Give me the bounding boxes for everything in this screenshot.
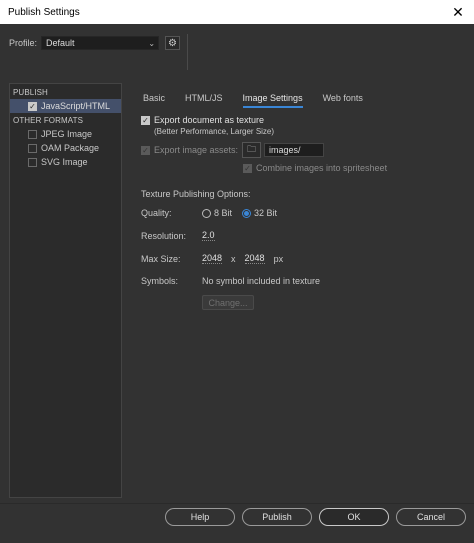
tab-basic[interactable]: Basic — [143, 93, 165, 108]
combine-row: ✓ Combine images into spritesheet — [243, 163, 461, 173]
window-title: Publish Settings — [8, 6, 80, 18]
symbols-label: Symbols: — [141, 276, 179, 286]
radio-32-bit-label: 32 Bit — [254, 208, 278, 218]
divider — [187, 34, 188, 70]
max-size-unit: px — [273, 253, 284, 264]
tab-html-js[interactable]: HTML/JS — [185, 93, 223, 108]
format-item-oam[interactable]: OAM Package — [10, 141, 121, 155]
quality-label: Quality: — [141, 208, 172, 218]
export-texture-note: (Better Performance, Larger Size) — [154, 127, 275, 136]
change-row: Change... — [202, 295, 461, 310]
combine-checkbox[interactable]: ✓ — [243, 163, 252, 173]
format-item-label: SVG Image — [41, 157, 88, 167]
max-size-label: Max Size: — [141, 253, 181, 264]
radio-32-bit[interactable] — [242, 208, 252, 218]
format-item-jpeg[interactable]: JPEG Image — [10, 127, 121, 141]
format-item-label: OAM Package — [41, 143, 100, 153]
ok-button[interactable]: OK — [319, 508, 389, 526]
texture-options-header: Texture Publishing Options: — [141, 189, 251, 199]
help-button[interactable]: Help — [165, 508, 235, 526]
folder-icon[interactable]: 🗀 — [242, 142, 261, 158]
radio-8-bit[interactable] — [202, 208, 211, 218]
export-assets-checkbox[interactable]: ✓ — [141, 145, 150, 155]
other-formats-header: OTHER FORMATS — [13, 116, 84, 125]
max-size-row: Max Size: 2048 x 2048 px — [141, 253, 461, 264]
publish-button[interactable]: Publish — [242, 508, 312, 526]
image-settings-panel: ✓ Export document as texture (Better Per… — [141, 115, 461, 310]
resolution-label: Resolution: — [141, 230, 187, 241]
profile-label: Profile: — [9, 38, 38, 48]
checkbox-oam[interactable] — [28, 143, 37, 153]
checkbox-javascript-html[interactable]: ✓ — [28, 101, 37, 111]
resolution-value[interactable]: 2.0 — [202, 230, 215, 241]
gear-icon[interactable]: ⚙ — [165, 36, 181, 50]
profile-value: Default — [46, 38, 75, 48]
format-item-label: JPEG Image — [41, 129, 93, 139]
export-texture-checkbox[interactable]: ✓ — [141, 115, 150, 125]
radio-8-bit-label: 8 Bit — [214, 208, 233, 218]
symbols-value: No symbol included in texture — [202, 276, 321, 286]
max-size-separator: x — [231, 253, 236, 264]
combine-label: Combine images into spritesheet — [256, 163, 388, 173]
symbols-row: Symbols: No symbol included in texture — [141, 276, 461, 286]
export-assets-row: ✓ Export image assets: 🗀 images/ — [141, 142, 461, 158]
checkbox-jpeg[interactable] — [28, 129, 37, 139]
cancel-button[interactable]: Cancel — [396, 508, 466, 526]
assets-path-field[interactable]: images/ — [264, 143, 324, 157]
chevron-down-icon: ⌄ — [148, 38, 156, 48]
format-item-label: JavaScript/HTML — [41, 101, 111, 111]
export-assets-label: Export image assets: — [154, 145, 239, 155]
format-item-javascript-html[interactable]: ✓ JavaScript/HTML — [10, 99, 121, 113]
resolution-row: Resolution: 2.0 — [141, 230, 461, 241]
footer-divider — [0, 503, 474, 504]
change-button[interactable]: Change... — [202, 295, 254, 310]
max-width-value[interactable]: 2048 — [202, 253, 223, 264]
max-height-value[interactable]: 2048 — [244, 253, 265, 264]
profile-select[interactable]: Default ⌄ — [41, 36, 160, 50]
publish-header: PUBLISH — [13, 88, 48, 97]
format-item-svg[interactable]: SVG Image — [10, 155, 121, 169]
export-texture-row: ✓ Export document as texture — [141, 115, 461, 125]
tab-web-fonts[interactable]: Web fonts — [323, 93, 363, 108]
format-list: PUBLISH ✓ JavaScript/HTML OTHER FORMATS … — [9, 83, 122, 498]
title-bar: Publish Settings ✕ — [0, 0, 474, 24]
quality-row: Quality: 8 Bit 32 Bit — [141, 208, 461, 218]
tab-bar: Basic HTML/JS Image Settings Web fonts — [143, 93, 383, 108]
export-texture-label: Export document as texture — [154, 115, 265, 125]
checkbox-svg[interactable] — [28, 157, 37, 167]
close-icon[interactable]: ✕ — [442, 0, 474, 24]
profile-row: Profile: Default ⌄ ⚙ — [9, 36, 181, 50]
tab-image-settings[interactable]: Image Settings — [242, 93, 303, 108]
